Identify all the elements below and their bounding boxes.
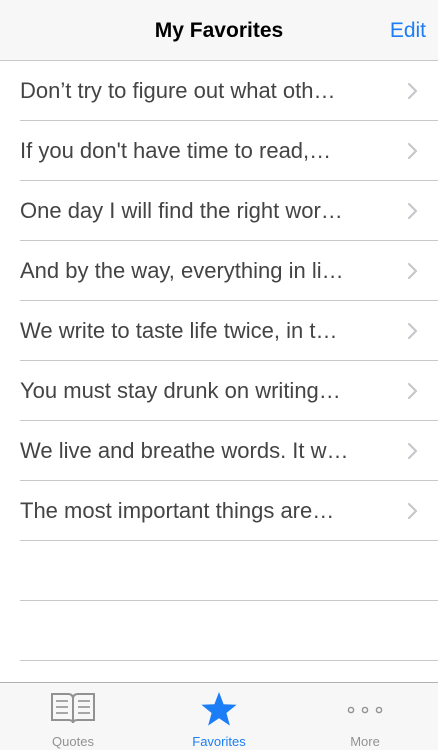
quote-preview: And by the way, everything in li… bbox=[20, 258, 344, 283]
quote-preview: We live and breathe words. It w… bbox=[20, 438, 349, 463]
empty-row bbox=[20, 601, 438, 661]
tab-label: More bbox=[350, 734, 380, 749]
list-item[interactable]: One day I will find the right wor… bbox=[20, 181, 438, 241]
chevron-right-icon bbox=[407, 442, 418, 460]
quote-preview: We write to taste life twice, in t… bbox=[20, 318, 338, 343]
chevron-right-icon bbox=[407, 382, 418, 400]
tab-quotes[interactable]: Quotes bbox=[0, 683, 146, 750]
chevron-right-icon bbox=[407, 142, 418, 160]
tab-favorites[interactable]: Favorites bbox=[146, 683, 292, 750]
quote-preview: The most important things are… bbox=[20, 498, 335, 523]
tab-label: Quotes bbox=[52, 734, 94, 749]
tab-more[interactable]: More bbox=[292, 683, 438, 750]
star-icon bbox=[201, 692, 237, 726]
chevron-right-icon bbox=[407, 202, 418, 220]
chevron-right-icon bbox=[407, 322, 418, 340]
page-title: My Favorites bbox=[154, 19, 284, 42]
chevron-right-icon bbox=[407, 262, 418, 280]
navigation-bar: My Favorites Edit bbox=[0, 0, 438, 61]
quote-preview: If you don't have time to read,… bbox=[20, 138, 332, 163]
empty-row bbox=[20, 541, 438, 601]
list-item[interactable]: And by the way, everything in li… bbox=[20, 241, 438, 301]
tab-label: Favorites bbox=[192, 734, 246, 749]
quote-preview: Don’t try to figure out what oth… bbox=[20, 78, 336, 103]
book-icon bbox=[51, 693, 95, 724]
quote-preview: One day I will find the right wor… bbox=[20, 198, 343, 223]
list-item[interactable]: You must stay drunk on writing… bbox=[20, 361, 438, 421]
chevron-right-icon bbox=[407, 502, 418, 520]
chevron-right-icon bbox=[407, 82, 418, 100]
list-item[interactable]: The most important things are… bbox=[20, 481, 438, 541]
more-dots-icon bbox=[347, 706, 383, 714]
list-item[interactable]: We live and breathe words. It w… bbox=[20, 421, 438, 481]
favorites-list: Don’t try to figure out what oth… If you… bbox=[0, 61, 438, 661]
edit-button[interactable]: Edit bbox=[390, 0, 426, 61]
list-item[interactable]: We write to taste life twice, in t… bbox=[20, 301, 438, 361]
list-item[interactable]: If you don't have time to read,… bbox=[20, 121, 438, 181]
quote-preview: You must stay drunk on writing… bbox=[20, 378, 341, 403]
list-item[interactable]: Don’t try to figure out what oth… bbox=[20, 61, 438, 121]
tab-bar: Quotes Favorites More bbox=[0, 682, 438, 750]
